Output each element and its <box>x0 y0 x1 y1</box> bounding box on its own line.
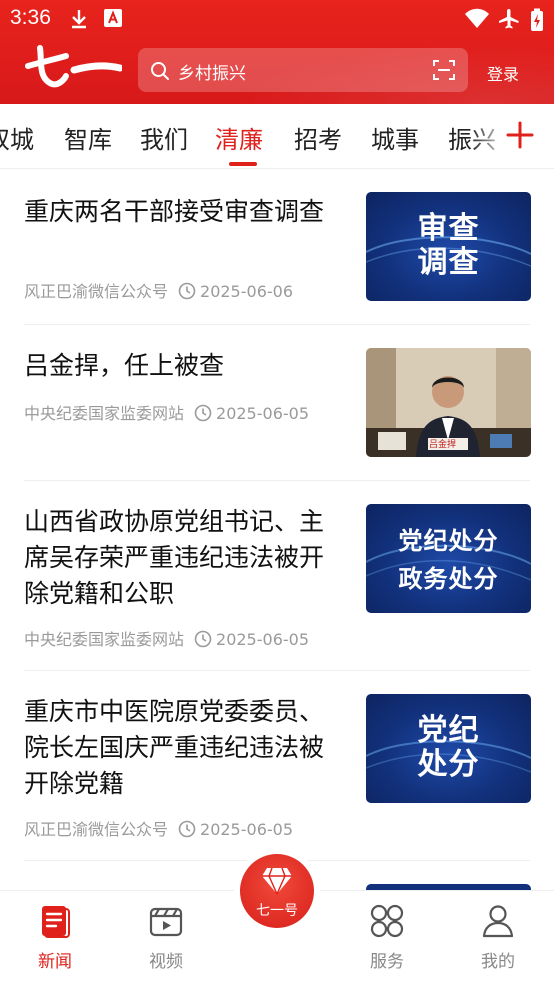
search-bar[interactable]: 乡村振兴 <box>138 48 468 92</box>
news-source: 中央纪委国家监委网站 <box>24 404 185 423</box>
add-channel-icon[interactable] <box>506 121 534 149</box>
news-meta: 中央纪委国家监委网站 2025-06-05 <box>24 400 309 424</box>
airplane-icon <box>499 9 519 29</box>
search-icon <box>151 62 169 80</box>
thumbnail-text-line1: 党纪处分 <box>398 527 499 555</box>
thumbnail-text-line2: 调查 <box>417 245 480 280</box>
tab-fade <box>470 104 510 168</box>
news-thumbnail: 党纪处分 政务处分 <box>366 504 531 613</box>
thumbnail-swoosh <box>366 544 531 581</box>
news-thumbnail: 审查 调查 <box>366 192 531 301</box>
scan-icon[interactable] <box>432 58 456 82</box>
clock-icon <box>178 282 196 300</box>
tab-women[interactable]: 我们 <box>140 120 188 155</box>
news-thumbnail: 吕金捍 <box>366 348 531 457</box>
news-title: 山西省政协原党组书记、主席吴存荣严重违纪违法被开除党籍和公职 <box>24 507 325 608</box>
tab-video-label: 视频 <box>149 952 183 972</box>
thumbnail-text-line2: 政务处分 <box>398 565 499 593</box>
status-time: 3:36 <box>10 6 51 29</box>
thumbnail-text-line1: 审查 <box>417 211 480 246</box>
app-header: 3:36 乡村振兴 登录 <box>0 0 554 104</box>
news-thumbnail: 党纪 处分 <box>366 694 531 803</box>
login-button[interactable]: 登录 <box>487 61 519 85</box>
clock-icon <box>178 820 196 838</box>
tab-qinglian[interactable]: 清廉 <box>215 120 263 155</box>
news-source: 中央纪委国家监委网站 <box>24 630 185 649</box>
news-title: 重庆两名干部接受审查调查 <box>24 197 325 226</box>
status-bar: 3:36 <box>0 0 554 38</box>
service-grid-icon <box>370 904 404 938</box>
news-meta: 风正巴渝微信公众号 2025-06-05 <box>24 816 293 840</box>
news-date: 2025-06-05 <box>216 630 309 649</box>
tab-zhiku[interactable]: 智库 <box>64 120 112 155</box>
battery-charging-icon <box>531 8 543 31</box>
news-meta: 中央纪委国家监委网站 2025-06-05 <box>24 626 309 650</box>
news-title: 吕金捍，任上被查 <box>24 351 225 380</box>
qiyi-center-label: 七一号 <box>256 903 298 919</box>
news-icon <box>42 906 70 938</box>
divider <box>24 670 530 671</box>
search-placeholder: 乡村振兴 <box>178 64 246 84</box>
news-source: 风正巴渝微信公众号 <box>24 282 169 301</box>
tab-mine-label: 我的 <box>481 952 515 972</box>
tab-zhaokao[interactable]: 招考 <box>294 120 342 155</box>
news-date: 2025-06-05 <box>200 820 293 839</box>
news-title: 重庆市中医院原党委委员、院长左国庆严重违纪违法被开除党籍 <box>24 697 325 798</box>
tab-shuangcheng[interactable]: 双城 <box>0 120 34 155</box>
active-tab-indicator <box>229 162 257 166</box>
divider <box>24 324 530 325</box>
news-source: 风正巴渝微信公众号 <box>24 820 169 839</box>
channel-tabs: 双城 智库 我们 清廉 招考 城事 振兴 <box>0 104 554 169</box>
video-clapper-icon <box>149 907 183 937</box>
news-date: 2025-06-05 <box>216 404 309 423</box>
clock-icon <box>194 404 212 422</box>
app-logo <box>25 45 122 88</box>
diamond-icon <box>262 867 292 895</box>
thumbnail-text-line1: 党纪 <box>417 713 480 748</box>
news-meta: 风正巴渝微信公众号 2025-06-06 <box>24 278 293 302</box>
tab-news-label: 新闻 <box>38 952 72 972</box>
qiyi-center-button[interactable]: 七一号 <box>240 854 314 928</box>
user-icon <box>482 905 514 938</box>
download-icon <box>72 10 86 29</box>
news-date: 2025-06-06 <box>200 282 293 301</box>
nameplate-text: 吕金捍 <box>429 440 457 450</box>
font-a-icon <box>104 9 122 27</box>
clock-icon <box>194 630 212 648</box>
tab-service-label: 服务 <box>370 952 404 972</box>
tab-chengshi[interactable]: 城事 <box>371 120 419 155</box>
thumbnail-text-line2: 处分 <box>417 747 480 782</box>
wifi-icon <box>465 8 489 28</box>
divider <box>24 480 530 481</box>
